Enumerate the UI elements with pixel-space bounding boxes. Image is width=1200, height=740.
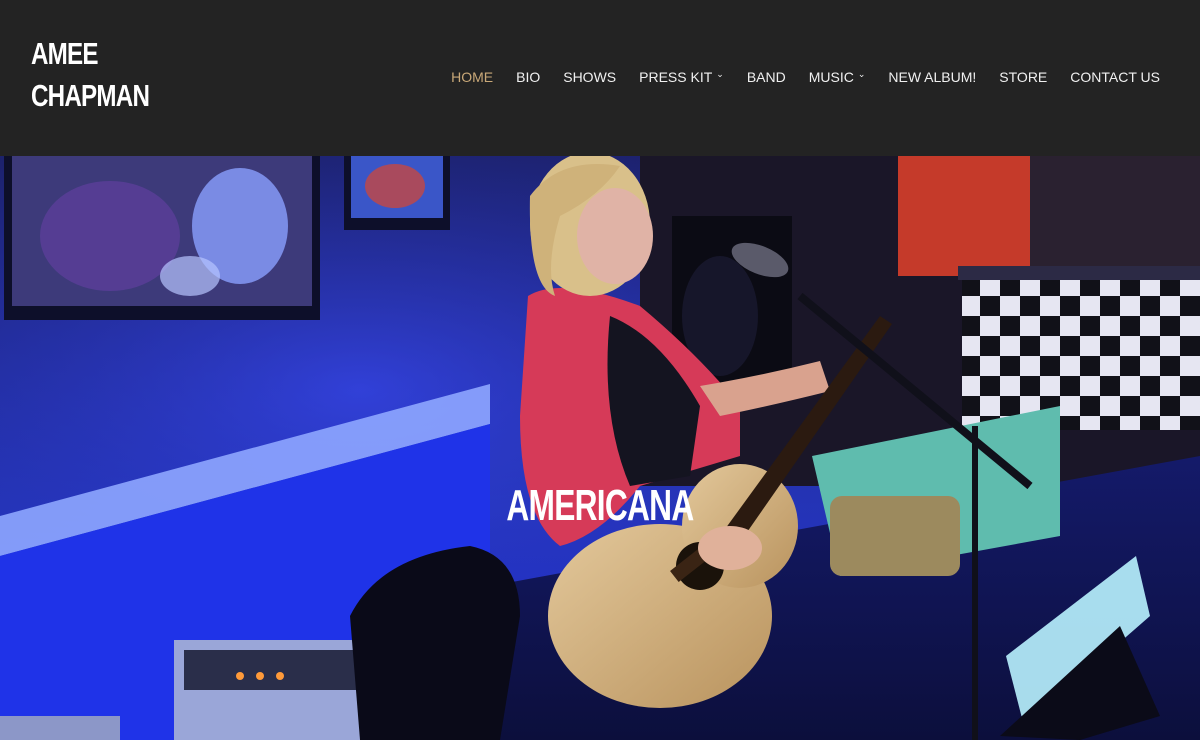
nav-item-label: CONTACT US	[1070, 69, 1160, 85]
nav-item-label: STORE	[999, 69, 1048, 85]
nav-item-new-album[interactable]: NEW ALBUM!	[888, 69, 976, 85]
site-header: AMEE CHAPMAN HOME BIO SHOWS PRESS KIT ⌄ …	[0, 0, 1200, 156]
chevron-down-icon[interactable]: ⌄	[858, 69, 866, 80]
nav-item-store[interactable]: STORE	[999, 69, 1047, 85]
nav-item-band[interactable]: BAND	[747, 69, 786, 85]
site-logo[interactable]: AMEE CHAPMAN	[31, 33, 179, 117]
nav-item-label: BIO	[516, 69, 541, 85]
nav-item-home[interactable]: HOME	[451, 69, 493, 85]
hero-banner: AMERICANA	[0, 156, 1200, 740]
hero-photo	[0, 156, 1200, 740]
nav-item-label: HOME	[451, 69, 494, 85]
nav-item-bio[interactable]: BIO	[516, 69, 540, 85]
hero-title: AMERICANA	[506, 481, 694, 530]
nav-item-label: PRESS KIT	[639, 69, 713, 85]
nav-item-label: BAND	[746, 69, 786, 85]
logo-line-1: AMEE	[31, 36, 99, 71]
logo-line-2: CHAPMAN	[31, 78, 150, 113]
main-nav: HOME BIO SHOWS PRESS KIT ⌄ BAND MUSIC ⌄ …	[428, 69, 1160, 86]
nav-item-contact-us[interactable]: CONTACT US	[1070, 69, 1160, 85]
nav-item-label: NEW ALBUM!	[888, 69, 977, 85]
nav-item-label: MUSIC	[808, 69, 854, 85]
nav-item-press-kit[interactable]: PRESS KIT ⌄	[639, 69, 724, 86]
nav-item-music[interactable]: MUSIC ⌄	[808, 69, 866, 86]
nav-item-shows[interactable]: SHOWS	[563, 69, 616, 85]
chevron-down-icon[interactable]: ⌄	[716, 69, 724, 80]
nav-item-label: SHOWS	[563, 69, 617, 85]
